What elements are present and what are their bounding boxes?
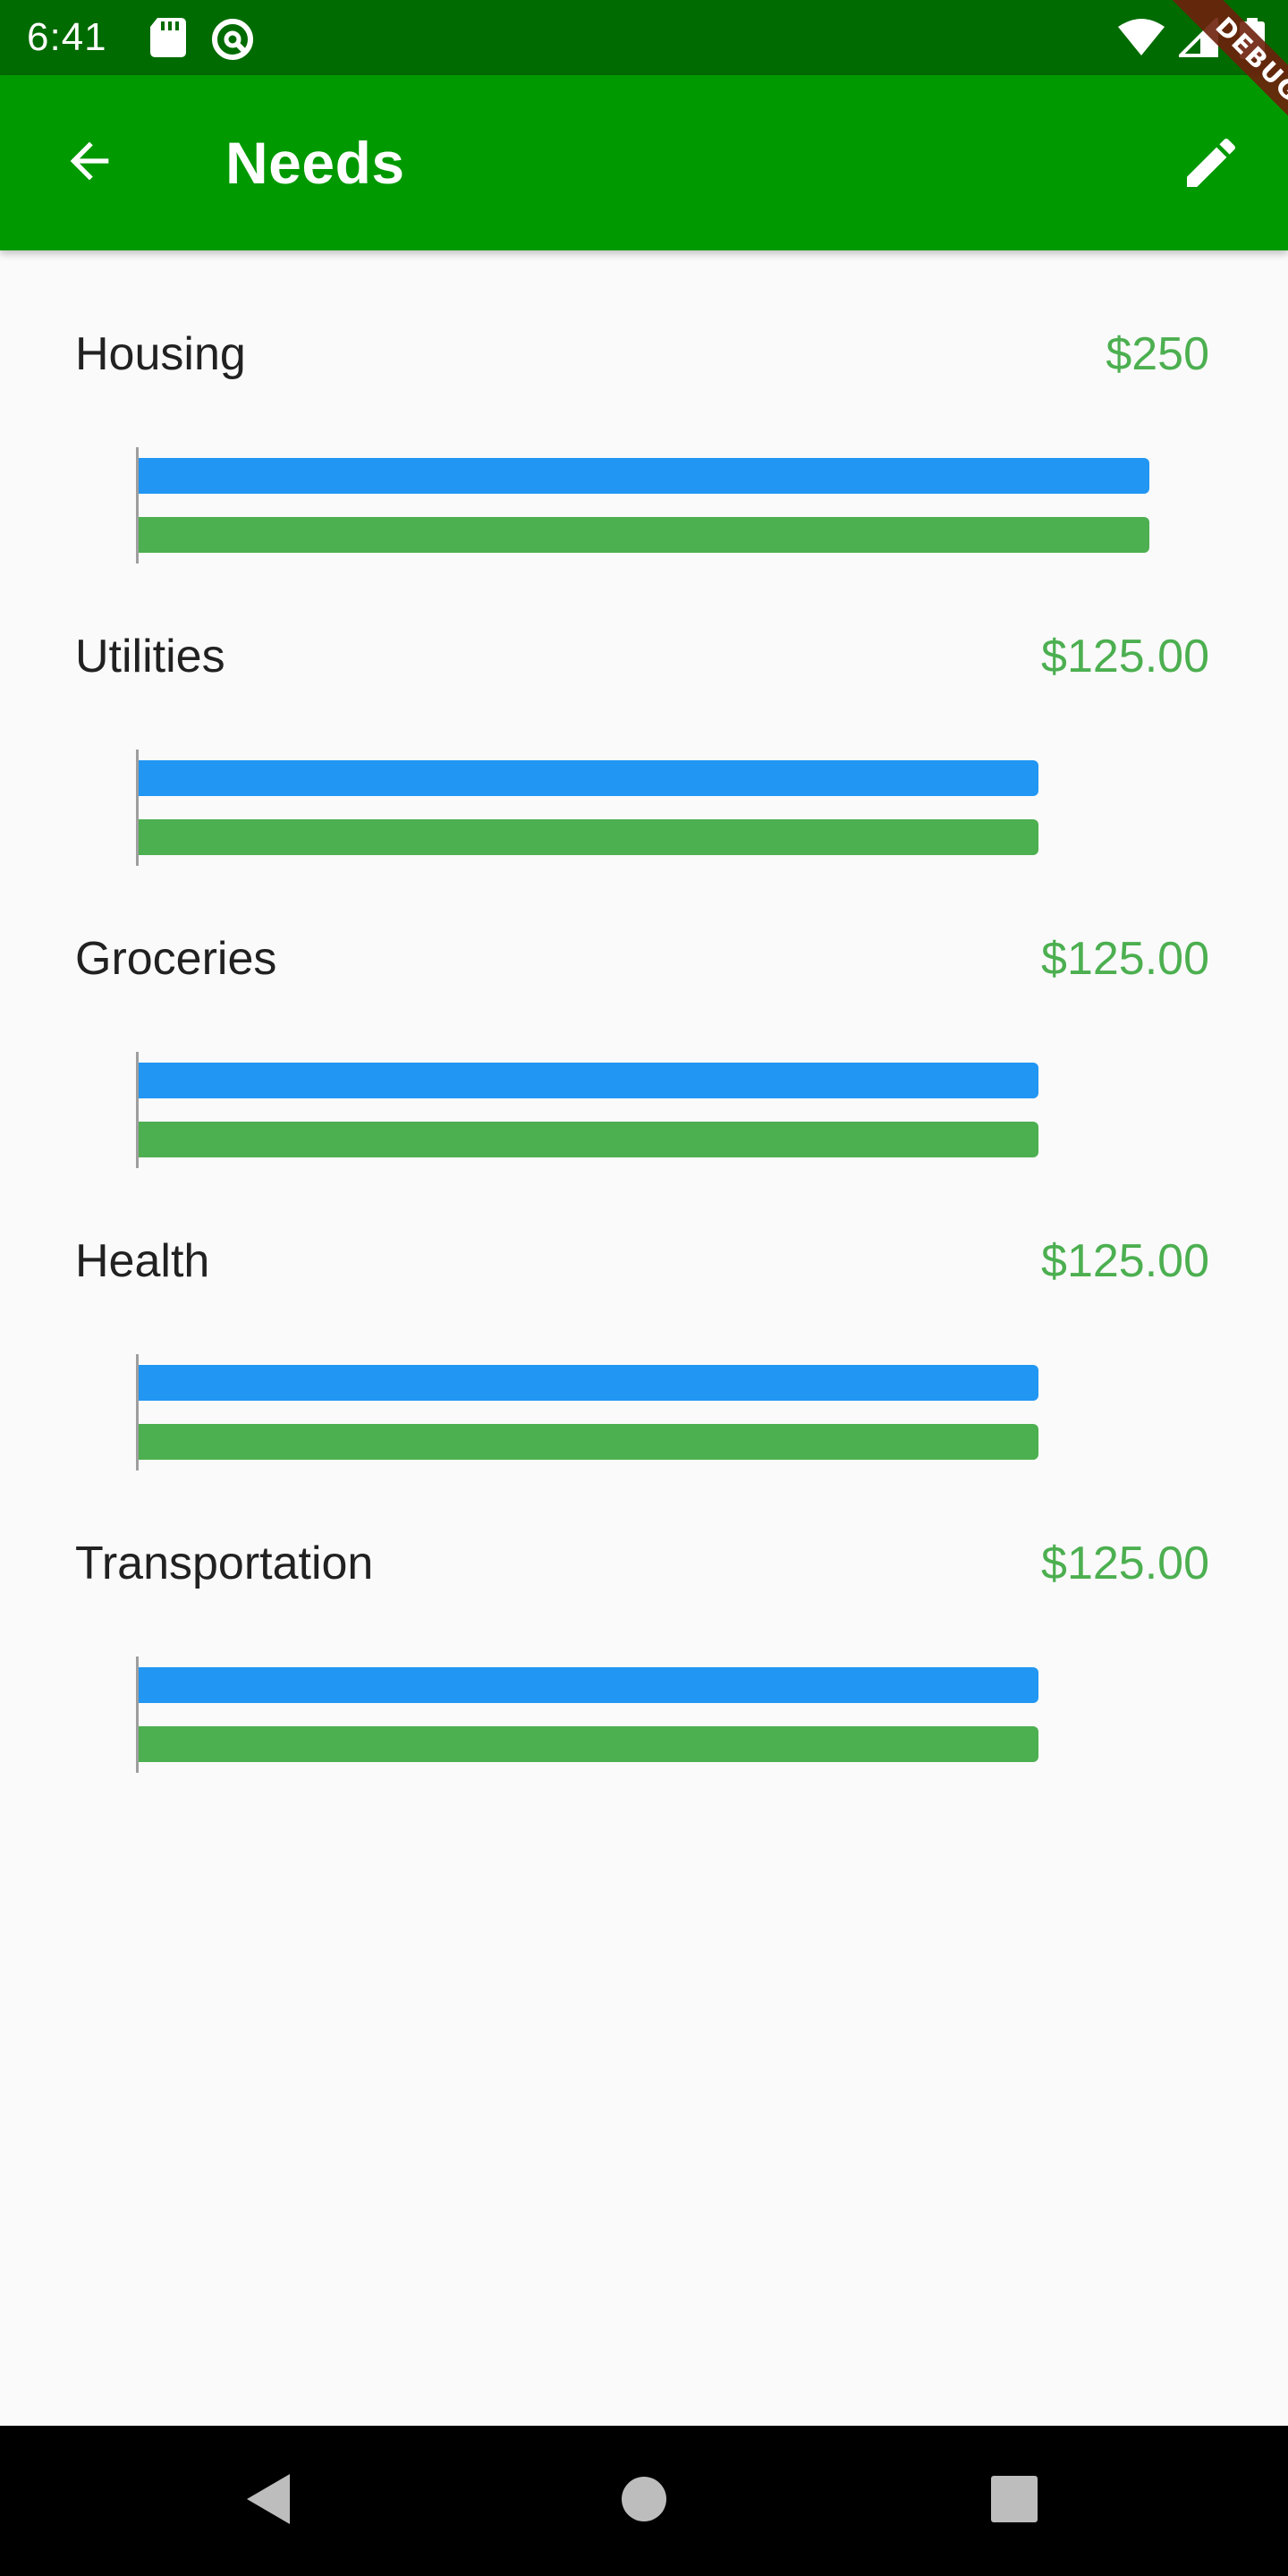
bar-series-2 [139, 517, 1149, 553]
sync-icon [211, 18, 254, 65]
bar-series-2 [139, 819, 1038, 855]
pencil-icon [1179, 131, 1243, 199]
category-row-utilities: Utilities $125.00 [0, 553, 1288, 866]
category-bar-chart [136, 1052, 1209, 1168]
category-name: Utilities [75, 631, 225, 682]
bar-series-1 [139, 1063, 1038, 1098]
bar-series-1 [139, 1667, 1038, 1703]
category-row-housing: Housing $250 [0, 250, 1288, 564]
category-row-groceries: Groceries $125.00 [0, 855, 1288, 1168]
bar-series-1 [139, 458, 1149, 494]
category-amount: $125.00 [1041, 1235, 1209, 1287]
nav-recents-icon [991, 2475, 1038, 2527]
nav-back-icon [243, 2472, 293, 2530]
sd-card-icon [150, 18, 186, 62]
category-bar-chart [136, 1657, 1209, 1773]
category-row-health: Health $125.00 [0, 1157, 1288, 1470]
system-nav-bar [0, 2426, 1288, 2576]
nav-back-button[interactable] [233, 2465, 304, 2537]
bar-series-1 [139, 1365, 1038, 1401]
category-bar-chart [136, 1354, 1209, 1470]
category-bar-chart [136, 750, 1209, 866]
category-name: Health [75, 1235, 210, 1287]
category-amount: $250 [1106, 328, 1209, 380]
category-row-transportation: Transportation $125.00 [0, 1460, 1288, 1773]
bar-series-2 [139, 1424, 1038, 1460]
nav-home-icon [621, 2476, 667, 2527]
back-button[interactable] [47, 120, 132, 206]
category-name: Groceries [75, 933, 277, 985]
app-bar: Needs [0, 75, 1288, 250]
category-amount: $125.00 [1041, 1538, 1209, 1589]
edit-button[interactable] [1168, 122, 1254, 208]
category-bar-chart [136, 447, 1209, 564]
nav-recents-button[interactable] [979, 2465, 1050, 2537]
category-amount: $125.00 [1041, 631, 1209, 682]
page-title: Needs [225, 130, 405, 196]
arrow-back-icon [61, 132, 118, 194]
status-time: 6:41 [27, 15, 107, 59]
wifi-icon [1118, 18, 1165, 62]
category-name: Transportation [75, 1538, 374, 1589]
category-list: Housing $250 Utilities $125.00 Groceries… [0, 250, 1288, 1773]
category-name: Housing [75, 328, 246, 380]
category-amount: $125.00 [1041, 933, 1209, 985]
status-bar: 6:41 [0, 0, 1288, 75]
bar-series-2 [139, 1726, 1038, 1762]
bar-series-1 [139, 760, 1038, 796]
nav-home-button[interactable] [608, 2465, 680, 2537]
bar-series-2 [139, 1122, 1038, 1157]
